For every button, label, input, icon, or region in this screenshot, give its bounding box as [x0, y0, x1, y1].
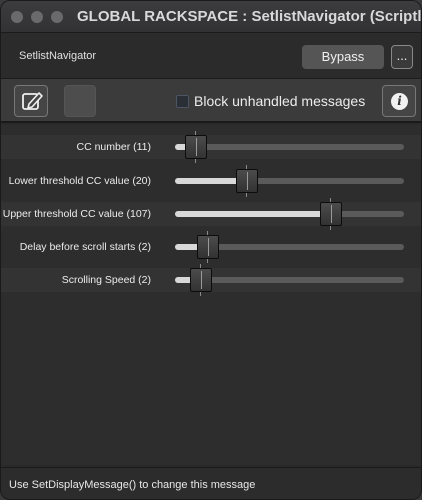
- blank-toolbar-button[interactable]: [64, 85, 96, 117]
- param-slider[interactable]: [175, 198, 404, 230]
- block-unhandled-checkbox[interactable]: [176, 95, 189, 108]
- param-label: Lower threshold CC value (20): [8, 175, 151, 187]
- block-unhandled-label: Block unhandled messages: [194, 93, 366, 109]
- title-bar[interactable]: GLOBAL RACKSPACE : SetlistNavigator (Scr…: [1, 1, 421, 33]
- parameters-panel: CC number (11) Lower threshold CC value …: [1, 125, 421, 465]
- slider-fill: [175, 211, 331, 217]
- minimize-window-button[interactable]: [31, 11, 43, 23]
- slider-knob[interactable]: [319, 202, 342, 226]
- edit-icon: [22, 92, 43, 110]
- param-label: Upper threshold CC value (107): [2, 208, 151, 220]
- scriptlet-window: GLOBAL RACKSPACE : SetlistNavigator (Scr…: [0, 0, 422, 500]
- slider-knob[interactable]: [236, 169, 259, 193]
- param-row-cc-number: CC number (11): [1, 131, 421, 163]
- param-row-scrolling-speed: Scrolling Speed (2): [1, 264, 421, 296]
- info-button[interactable]: i: [382, 85, 416, 117]
- param-label: Scrolling Speed (2): [61, 274, 151, 286]
- slider-tick: [329, 226, 331, 230]
- slider-tick: [246, 193, 248, 197]
- bypass-button[interactable]: Bypass: [302, 45, 384, 69]
- slider-knob[interactable]: [184, 135, 207, 159]
- param-slider[interactable]: [175, 131, 404, 163]
- param-slider[interactable]: [175, 231, 404, 263]
- param-slider[interactable]: [175, 165, 404, 197]
- toolbar: Block unhandled messages i: [1, 79, 421, 123]
- slider-tick: [207, 259, 209, 263]
- slider-knob[interactable]: [190, 268, 213, 292]
- param-label: Delay before scroll starts (2): [19, 241, 151, 253]
- param-row-lower-threshold: Lower threshold CC value (20): [1, 165, 421, 197]
- status-message: Use SetDisplayMessage() to change this m…: [9, 479, 256, 491]
- close-window-button[interactable]: [11, 11, 23, 23]
- param-slider[interactable]: [175, 264, 404, 296]
- info-icon: i: [391, 93, 408, 110]
- edit-script-button[interactable]: [14, 85, 48, 117]
- window-title: GLOBAL RACKSPACE : SetlistNavigator (Scr…: [77, 8, 422, 25]
- slider-tick: [194, 159, 196, 163]
- script-name: SetlistNavigator: [19, 50, 97, 62]
- status-bar: Use SetDisplayMessage() to change this m…: [1, 467, 421, 499]
- param-row-delay: Delay before scroll starts (2): [1, 231, 421, 263]
- slider-tick: [200, 292, 202, 296]
- param-label: CC number (11): [76, 141, 152, 153]
- scriptlet-header: SetlistNavigator Bypass ...: [1, 33, 421, 79]
- more-options-button[interactable]: ...: [391, 45, 413, 69]
- zoom-window-button[interactable]: [51, 11, 63, 23]
- slider-knob[interactable]: [197, 235, 220, 259]
- param-row-upper-threshold: Upper threshold CC value (107): [1, 198, 421, 230]
